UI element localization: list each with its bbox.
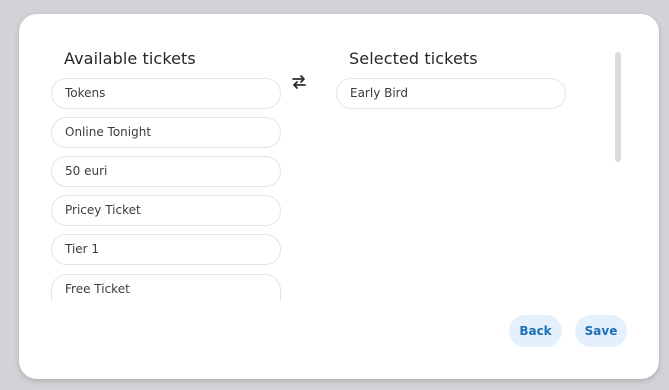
available-tickets-title: Available tickets <box>64 49 196 68</box>
available-ticket-item[interactable]: Pricey Ticket <box>51 195 281 226</box>
available-ticket-item[interactable]: Online Tonight <box>51 117 281 148</box>
scrollbar[interactable] <box>615 52 621 162</box>
available-ticket-item[interactable]: Tokens <box>51 78 281 109</box>
swap-arrows-icon[interactable] <box>291 74 307 90</box>
ticket-selection-dialog: Available tickets Selected tickets Token… <box>19 14 659 379</box>
back-button[interactable]: Back <box>509 315 562 347</box>
selected-tickets-title: Selected tickets <box>349 49 478 68</box>
available-ticket-item[interactable]: Tier 1 <box>51 234 281 265</box>
save-button[interactable]: Save <box>575 315 627 347</box>
available-ticket-item[interactable]: 50 euri <box>51 156 281 187</box>
available-ticket-item[interactable]: Free Ticket <box>51 274 281 301</box>
selected-ticket-item[interactable]: Early Bird <box>336 78 566 109</box>
